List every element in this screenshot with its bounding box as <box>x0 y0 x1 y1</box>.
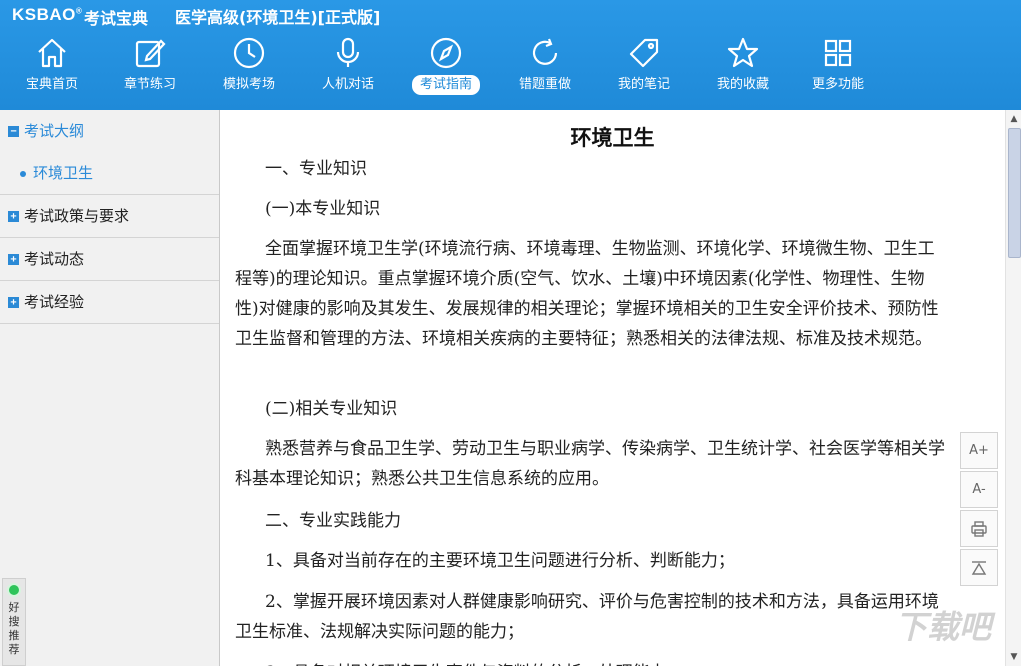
main-nav: 宝典首页 章节练习 模拟考场 人机对话 考试指南 错题重做 我的笔记 我的收藏 … <box>0 34 1021 106</box>
sidebar-group-syllabus: − 考试大纲 环境卫生 <box>0 110 219 195</box>
title-row: KSBAO® 考试宝典 医学高级(环境卫生)[正式版] <box>0 0 1021 32</box>
paragraph: 3、具备对相关环境卫生事件与资料的分析、处理能力； <box>235 658 945 666</box>
paragraph: (二)相关专业知识 <box>265 399 398 419</box>
nav-favorites[interactable]: 我的收藏 <box>703 34 783 106</box>
document-title: 环境卫生 <box>570 126 655 150</box>
nav-chapter-practice[interactable]: 章节练习 <box>110 34 190 106</box>
print-icon <box>971 520 987 537</box>
nav-wrong-redo[interactable]: 错题重做 <box>505 34 585 106</box>
paragraph: 熟悉营养与食品卫生学、劳动卫生与职业病学、传染病学、卫生统计学、社会医学等相关学… <box>235 439 945 489</box>
sidebar-item-news[interactable]: + 考试动态 <box>0 238 219 280</box>
nav-notes[interactable]: 我的笔记 <box>604 34 684 106</box>
logo-name: 考试宝典 <box>84 9 149 28</box>
font-decrease-button[interactable]: A- <box>960 471 998 508</box>
sidebar-item-experience[interactable]: + 考试经验 <box>0 281 219 323</box>
refresh-icon <box>532 38 558 65</box>
clock-icon <box>233 37 265 69</box>
star-icon <box>727 37 759 68</box>
bullet-icon <box>20 170 26 177</box>
grid-icon <box>824 39 852 67</box>
compass-icon <box>430 37 462 69</box>
nav-home[interactable]: 宝典首页 <box>12 34 92 106</box>
sidebar-item-syllabus[interactable]: − 考试大纲 <box>0 110 219 152</box>
scroll-thumb[interactable] <box>1008 128 1021 258</box>
microphone-icon <box>336 37 360 67</box>
sidebar-group-news: + 考试动态 <box>0 238 219 281</box>
home-icon <box>38 38 66 68</box>
sidebar-group-experience: + 考试经验 <box>0 281 219 324</box>
expand-icon[interactable]: + <box>8 253 19 265</box>
sidebar-item-policy[interactable]: + 考试政策与要求 <box>0 195 219 237</box>
back-to-top-button[interactable] <box>960 549 998 586</box>
paragraph: (一)本专业知识 <box>265 199 381 219</box>
top-bar: KSBAO® 考试宝典 医学高级(环境卫生)[正式版] 宝典首页 章节练习 模拟… <box>0 0 1021 110</box>
expand-icon[interactable]: + <box>8 296 19 308</box>
expand-icon[interactable]: + <box>8 210 19 222</box>
app-title: 医学高级(环境卫生)[正式版] <box>175 8 381 27</box>
nav-dialogue[interactable]: 人机对话 <box>308 34 388 106</box>
reading-tools: A+ A- <box>960 432 998 588</box>
watermark: 下载吧 <box>895 609 992 645</box>
back-to-top-icon <box>971 560 987 575</box>
print-button[interactable] <box>960 510 998 547</box>
paragraph: 1、具备对当前存在的主要环境卫生问题进行分析、判断能力； <box>265 551 735 571</box>
recommend-widget[interactable]: 好 搜 推 荐 <box>2 578 26 666</box>
scroll-down-icon[interactable]: ▼ <box>1006 650 1021 664</box>
paragraph: 2、掌握开展环境因素对人群健康影响研究、评价与危害控制的技术和方法，具备运用环境… <box>235 592 939 642</box>
tag-icon <box>629 38 659 68</box>
scroll-up-icon[interactable]: ▲ <box>1006 112 1021 126</box>
edit-icon <box>135 39 166 68</box>
content-area: 环境卫生 一、专业知识 (一)本专业知识 全面掌握环境卫生学(环境流行病、环境毒… <box>220 110 1005 666</box>
nav-mock-exam[interactable]: 模拟考场 <box>209 34 289 106</box>
sidebar: − 考试大纲 环境卫生 + 考试政策与要求 + 考试动态 + 考试经验 <box>0 110 220 666</box>
status-dot-icon <box>7 583 21 597</box>
paragraph: 一、专业知识 <box>265 159 367 179</box>
sidebar-group-policy: + 考试政策与要求 <box>0 195 219 238</box>
vertical-scrollbar[interactable]: ▲ ▼ <box>1005 110 1021 666</box>
font-increase-button[interactable]: A+ <box>960 432 998 469</box>
nav-exam-guide[interactable]: 考试指南 <box>406 34 486 106</box>
nav-more[interactable]: 更多功能 <box>798 34 878 106</box>
app-logo: KSBAO® <box>12 5 83 24</box>
sidebar-subitem-environmental-health[interactable]: 环境卫生 <box>0 152 219 194</box>
collapse-icon[interactable]: − <box>8 125 19 137</box>
paragraph: 全面掌握环境卫生学(环境流行病、环境毒理、生物监测、环境化学、环境微生物、卫生工… <box>235 239 939 349</box>
paragraph: 二、专业实践能力 <box>265 511 401 531</box>
